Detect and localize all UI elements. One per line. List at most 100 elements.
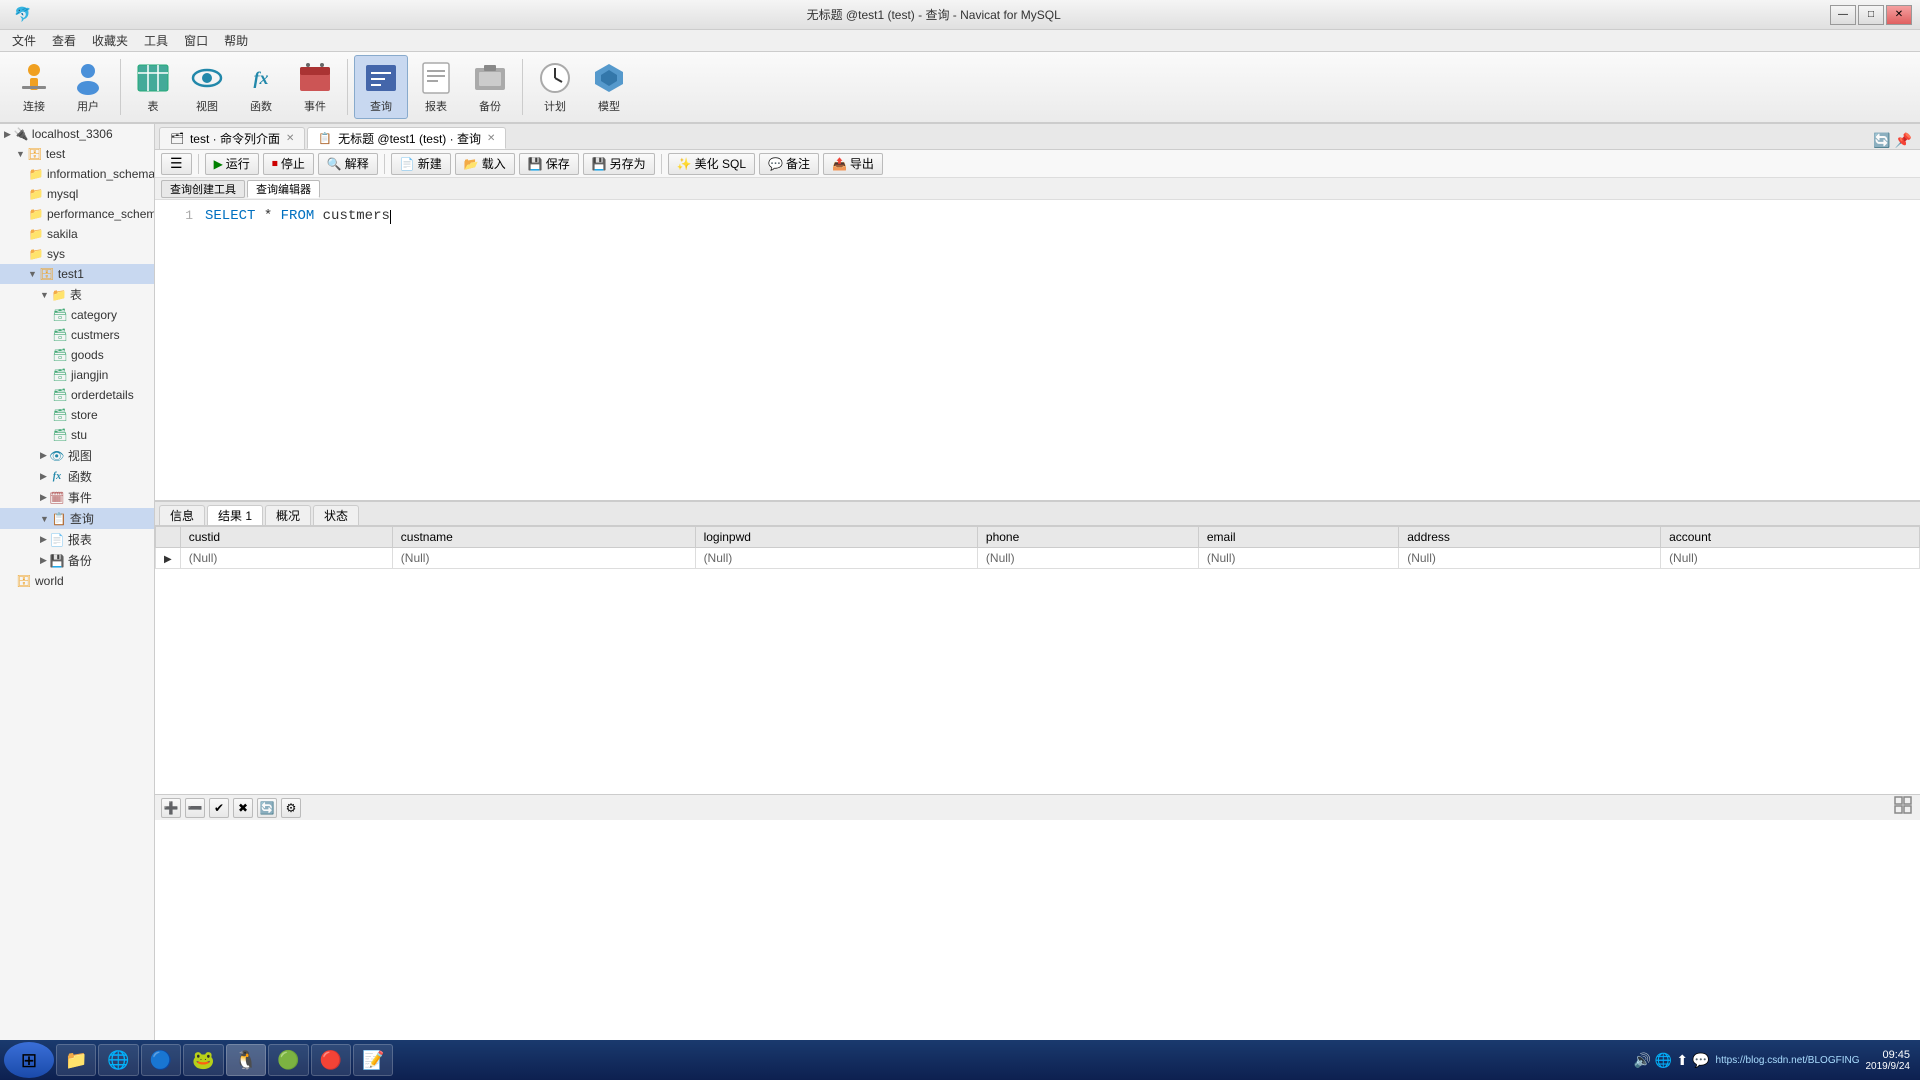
col-header-loginpwd[interactable]: loginpwd (695, 527, 977, 548)
menu-favorites[interactable]: 收藏夹 (84, 30, 136, 51)
close-button[interactable]: ✕ (1886, 5, 1912, 25)
col-header-account[interactable]: account (1661, 527, 1920, 548)
sidebar-item-performance-schema[interactable]: 📁 performance_schema (0, 204, 154, 224)
result-settings-button[interactable]: ⚙ (281, 798, 301, 818)
taskbar-navicat[interactable]: 🐧 (226, 1044, 266, 1076)
taskbar-frog[interactable]: 🐸 (183, 1044, 223, 1076)
sidebar-item-information-schema[interactable]: 📁 information_schema (0, 164, 154, 184)
result-tab-overview[interactable]: 概况 (265, 505, 311, 525)
toolbar-func[interactable]: fx 函数 (235, 56, 287, 118)
result-tab-result1[interactable]: 结果 1 (207, 505, 263, 525)
sidebar-item-view-group[interactable]: ▶ 👁 视图 (0, 445, 154, 466)
tab-query-editor-close[interactable]: ✕ (487, 133, 495, 144)
toolbar-user[interactable]: 用户 (62, 56, 114, 118)
sidebar-item-report-group[interactable]: ▶ 📄 报表 (0, 529, 154, 550)
menu-file[interactable]: 文件 (4, 30, 44, 51)
sidebar-item-query-group[interactable]: ▼ 📋 查询 (0, 508, 154, 529)
delete-row-button[interactable]: ➖ (185, 798, 205, 818)
subtab-builder[interactable]: 查询创建工具 (161, 180, 245, 198)
save-as-button[interactable]: 💾 另存为 (583, 153, 655, 175)
sidebar-item-localhost[interactable]: ▶ 🔌 localhost_3306 (0, 124, 154, 144)
col-header-custid[interactable]: custid (180, 527, 392, 548)
col-header-custname[interactable]: custname (392, 527, 695, 548)
sidebar-item-backup-group[interactable]: ▶ 💾 备份 (0, 550, 154, 571)
cancel-edit-button[interactable]: ✖ (233, 798, 253, 818)
result-tab-status[interactable]: 状态 (313, 505, 359, 525)
confirm-edit-button[interactable]: ✔ (209, 798, 229, 818)
menu-window[interactable]: 窗口 (176, 30, 216, 51)
tray-msg-icon[interactable]: 💬 (1692, 1052, 1709, 1069)
sidebar-item-event-group[interactable]: ▶ 🗓 事件 (0, 487, 154, 508)
sidebar-item-test[interactable]: ▼ 🗄 test (0, 144, 154, 164)
run-button[interactable]: ▶ 运行 (205, 153, 259, 175)
hamburger-menu-button[interactable]: ☰ (161, 153, 192, 175)
sidebar-item-mysql[interactable]: 📁 mysql (0, 184, 154, 204)
toolbar-event[interactable]: 事件 (289, 56, 341, 118)
minimize-button[interactable]: — (1830, 5, 1856, 25)
taskbar-app1[interactable]: 🔵 (141, 1044, 181, 1076)
sidebar-table-group-label: 表 (70, 286, 82, 303)
sidebar-item-sakila[interactable]: 📁 sakila (0, 224, 154, 244)
load-button[interactable]: 📂 载入 (455, 153, 515, 175)
tab-pin-icon[interactable]: 📌 (1895, 132, 1912, 149)
sidebar-item-stu[interactable]: 🗃 stu (0, 425, 154, 445)
result-tab-info[interactable]: 信息 (159, 505, 205, 525)
toolbar-query[interactable]: 查询 (354, 55, 408, 119)
window-title: 无标题 @test1 (test) - 查询 - Navicat for MyS… (37, 6, 1830, 23)
taskbar-app3[interactable]: 🔴 (311, 1044, 351, 1076)
taskbar-explorer[interactable]: 📁 (56, 1044, 96, 1076)
menu-help[interactable]: 帮助 (216, 30, 256, 51)
toolbar-table[interactable]: 表 (127, 56, 179, 118)
sidebar-item-table-group[interactable]: ▼ 📁 表 (0, 284, 154, 305)
sidebar-item-jiangjin[interactable]: 🗃 jiangjin (0, 365, 154, 385)
taskbar-app2[interactable]: 🟢 (268, 1044, 308, 1076)
sidebar-item-orderdetails[interactable]: 🗃 orderdetails (0, 385, 154, 405)
comment-button[interactable]: 💬 备注 (759, 153, 819, 175)
save-label: 保存 (546, 155, 570, 172)
sidebar-item-test1[interactable]: ▼ 🗄 test1 (0, 264, 154, 284)
grid-view-button[interactable] (1894, 796, 1914, 819)
sidebar-item-world[interactable]: 🗄 world (0, 571, 154, 591)
toolbar-connect[interactable]: 连接 (8, 56, 60, 118)
toolbar-model[interactable]: 模型 (583, 56, 635, 118)
col-header-email[interactable]: email (1198, 527, 1398, 548)
subtab-editor[interactable]: 查询编辑器 (247, 180, 320, 198)
sidebar-item-category[interactable]: 🗃 category (0, 305, 154, 325)
sidebar-item-custmers[interactable]: 🗃 custmers (0, 325, 154, 345)
save-button[interactable]: 💾 保存 (519, 153, 579, 175)
sidebar-item-func-group[interactable]: ▶ fx 函数 (0, 466, 154, 487)
taskbar-ie[interactable]: 🌐 (98, 1044, 138, 1076)
stop-button[interactable]: ⏹ 停止 (263, 153, 314, 175)
col-header-phone[interactable]: phone (977, 527, 1198, 548)
tab-object-browser-close[interactable]: ✕ (286, 133, 294, 144)
new-query-button[interactable]: 📄 新建 (391, 153, 451, 175)
menu-tools[interactable]: 工具 (136, 30, 176, 51)
sidebar-item-sys[interactable]: 📁 sys (0, 244, 154, 264)
explain-button[interactable]: 🔍 解释 (318, 153, 378, 175)
tab-object-browser[interactable]: 🗂 test · 命令列介面 ✕ (159, 127, 305, 149)
tray-sound-icon[interactable]: 🔊 (1633, 1052, 1650, 1069)
save-as-icon: 💾 (592, 157, 607, 171)
toolbar-schedule[interactable]: 计划 (529, 56, 581, 118)
refresh-result-button[interactable]: 🔄 (257, 798, 277, 818)
tab-refresh-icon[interactable]: 🔄 (1873, 132, 1890, 149)
table-row[interactable]: ▶ (Null) (Null) (Null) (Null) (Null) (Nu… (156, 548, 1920, 569)
add-row-button[interactable]: ➕ (161, 798, 181, 818)
tab-query-editor[interactable]: 📋 无标题 @test1 (test) · 查询 ✕ (307, 127, 506, 149)
sql-editor[interactable]: 1 SELECT * FROM custmers (155, 200, 1920, 500)
toolbar-report[interactable]: 报表 (410, 56, 462, 118)
toolbar-view[interactable]: 视图 (181, 56, 233, 118)
menu-view[interactable]: 查看 (44, 30, 84, 51)
taskbar-app4[interactable]: 📝 (353, 1044, 393, 1076)
tab-object-browser-label: test · 命令列介面 (190, 130, 280, 147)
sidebar-item-goods[interactable]: 🗃 goods (0, 345, 154, 365)
tray-upload-icon[interactable]: ⬆ (1676, 1052, 1688, 1069)
export-button[interactable]: 📤 导出 (823, 153, 883, 175)
start-button[interactable]: ⊞ (4, 1042, 54, 1078)
maximize-button[interactable]: □ (1858, 5, 1884, 25)
sidebar-item-store[interactable]: 🗃 store (0, 405, 154, 425)
tray-network-icon[interactable]: 🌐 (1655, 1052, 1672, 1069)
col-header-address[interactable]: address (1399, 527, 1661, 548)
toolbar-backup[interactable]: 备份 (464, 56, 516, 118)
beautify-button[interactable]: ✨ 美化 SQL (668, 153, 755, 175)
